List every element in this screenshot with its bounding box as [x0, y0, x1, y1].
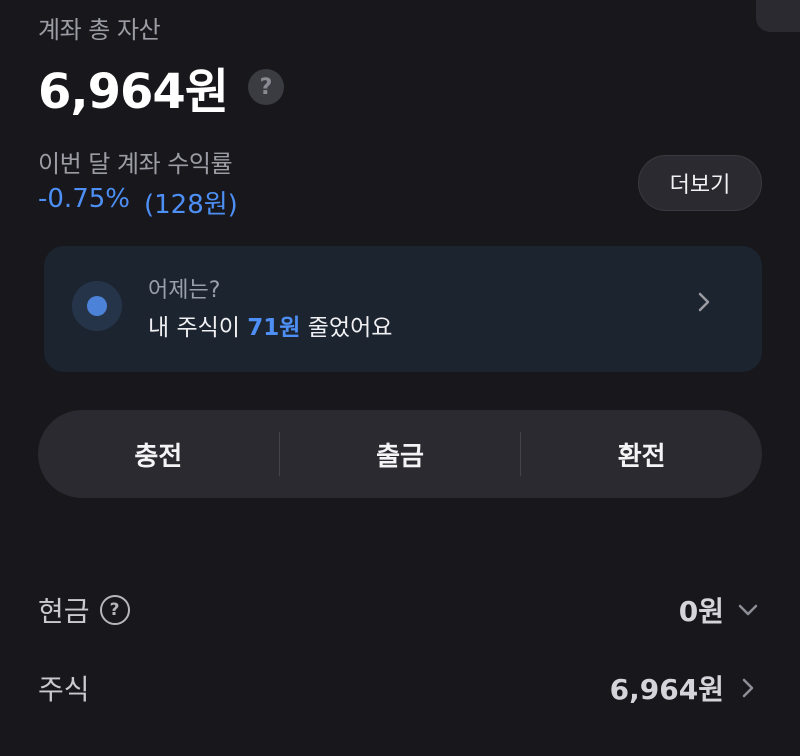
stock-name-wrap: 주식	[38, 668, 90, 708]
corner-tab[interactable]	[756, 0, 800, 32]
stock-row[interactable]: 주식 6,964원	[38, 668, 762, 708]
record-dot-icon	[72, 281, 122, 331]
question-circle-icon[interactable]: ?	[99, 595, 130, 625]
chevron-right-icon[interactable]	[734, 674, 762, 702]
record-dot-inner	[87, 296, 107, 316]
help-icon[interactable]: ?	[248, 69, 284, 105]
chevron-right-icon	[698, 292, 710, 312]
total-assets-label: 계좌 총 자산	[38, 16, 161, 44]
yesterday-prefix: 내 주식이	[148, 315, 240, 341]
yesterday-message: 내 주식이 71원 줄었어요	[148, 308, 392, 342]
yesterday-suffix: 줄었어요	[307, 315, 393, 341]
chevron-down-icon[interactable]	[734, 596, 762, 624]
action-bar: 충전 출금 환전	[38, 410, 762, 498]
stock-value: 6,964원	[609, 673, 724, 706]
cash-value: 0원	[678, 595, 724, 628]
cash-name-wrap: 현금 ?	[38, 590, 130, 630]
total-assets-value: 6,964원	[38, 64, 229, 120]
stock-label: 주식	[38, 673, 90, 706]
monthly-return: -0.75% (128원)	[38, 184, 238, 221]
monthly-return-percent: -0.75%	[38, 184, 130, 214]
cash-label: 현금	[38, 595, 90, 628]
exchange-button[interactable]: 환전	[521, 436, 762, 473]
charge-button[interactable]: 충전	[38, 436, 279, 473]
yesterday-summary-card[interactable]: 어제는? 내 주식이 71원 줄었어요	[44, 246, 762, 372]
yesterday-title: 어제는?	[148, 278, 221, 303]
account-screen: 계좌 총 자산 6,964원 ? 이번 달 계좌 수익률 -0.75% (128…	[0, 0, 800, 756]
cash-row[interactable]: 현금 ? 0원	[38, 590, 762, 630]
withdraw-button[interactable]: 출금	[280, 436, 521, 473]
monthly-return-label: 이번 달 계좌 수익률	[38, 150, 233, 178]
more-button[interactable]: 더보기	[638, 155, 762, 211]
total-assets-row: 6,964원 ?	[38, 52, 284, 122]
stock-value-wrap: 6,964원	[610, 668, 762, 708]
monthly-return-amount: (128원)	[143, 190, 238, 220]
cash-value-wrap: 0원	[679, 590, 762, 630]
yesterday-amount: 71원	[247, 315, 301, 341]
